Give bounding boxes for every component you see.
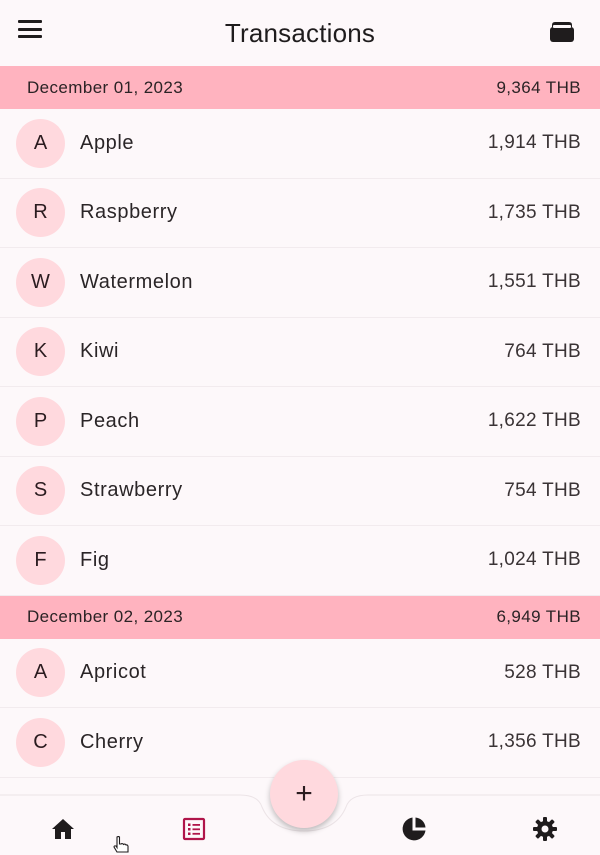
nav-home-icon[interactable] bbox=[43, 809, 83, 849]
avatar: P bbox=[16, 396, 65, 446]
page-title: Transactions bbox=[224, 17, 376, 48]
avatar: K bbox=[16, 327, 65, 377]
transaction-list: December 01, 2023 9,364 THB A Apple 1,914 TH… bbox=[0, 66, 600, 778]
transaction-name: Apricot bbox=[80, 661, 147, 684]
transaction-amount: 1,622 THB bbox=[487, 410, 581, 432]
transaction-amount: 528 THB bbox=[504, 661, 581, 683]
avatar: A bbox=[16, 118, 65, 168]
group-total: 9,364 THB bbox=[496, 77, 581, 97]
transaction-name: Apple bbox=[80, 131, 135, 154]
transaction-amount: 764 THB bbox=[504, 340, 581, 362]
add-transaction-button[interactable]: + bbox=[270, 760, 338, 828]
plus-icon: + bbox=[295, 777, 313, 810]
transaction-row[interactable]: A Apricot 528 THB bbox=[0, 638, 600, 708]
nav-settings-gear-icon[interactable] bbox=[525, 809, 565, 849]
transaction-amount: 1,024 THB bbox=[487, 549, 581, 571]
group-total: 6,949 THB bbox=[496, 607, 581, 626]
nav-pie-chart-icon[interactable] bbox=[394, 809, 434, 849]
transaction-row[interactable]: W Watermelon 1,551 THB bbox=[0, 248, 600, 318]
group-date: December 02, 2023 bbox=[27, 607, 184, 626]
transaction-name: Raspberry bbox=[80, 201, 178, 224]
group-date: December 01, 2023 bbox=[27, 77, 184, 97]
transaction-name: Watermelon bbox=[80, 270, 194, 293]
hand-cursor-icon bbox=[113, 836, 129, 853]
transaction-row[interactable]: F Fig 1,024 THB bbox=[0, 526, 600, 596]
date-group-header: December 02, 2023 6,949 THB bbox=[0, 595, 600, 639]
transaction-row[interactable]: R Raspberry 1,735 THB bbox=[0, 178, 600, 248]
transaction-name: Peach bbox=[80, 409, 140, 432]
transaction-row[interactable]: A Apple 1,914 THB bbox=[0, 109, 600, 179]
transaction-amount: 754 THB bbox=[504, 479, 581, 501]
transaction-name: Fig bbox=[80, 548, 110, 571]
transaction-amount: 1,551 THB bbox=[487, 271, 581, 293]
transaction-row[interactable]: K Kiwi 764 THB bbox=[0, 317, 600, 387]
transaction-amount: 1,356 THB bbox=[487, 731, 581, 753]
avatar: S bbox=[16, 466, 65, 516]
transaction-name: Cherry bbox=[80, 730, 144, 753]
app-bar: Transactions bbox=[0, 0, 600, 66]
nav-transactions-list-icon[interactable] bbox=[174, 809, 214, 849]
wallet-icon[interactable] bbox=[548, 19, 576, 45]
menu-icon[interactable] bbox=[18, 20, 44, 42]
avatar: W bbox=[16, 257, 65, 307]
avatar: C bbox=[16, 717, 65, 767]
transaction-amount: 1,914 THB bbox=[487, 132, 581, 154]
avatar: A bbox=[16, 648, 65, 698]
transaction-name: Strawberry bbox=[80, 479, 183, 502]
transaction-name: Kiwi bbox=[80, 340, 120, 363]
transaction-row[interactable]: P Peach 1,622 THB bbox=[0, 387, 600, 457]
avatar: R bbox=[16, 188, 65, 238]
transaction-amount: 1,735 THB bbox=[487, 201, 581, 223]
date-group-header: December 01, 2023 9,364 THB bbox=[0, 66, 600, 109]
transaction-row[interactable]: S Strawberry 754 THB bbox=[0, 456, 600, 526]
avatar: F bbox=[16, 535, 65, 585]
